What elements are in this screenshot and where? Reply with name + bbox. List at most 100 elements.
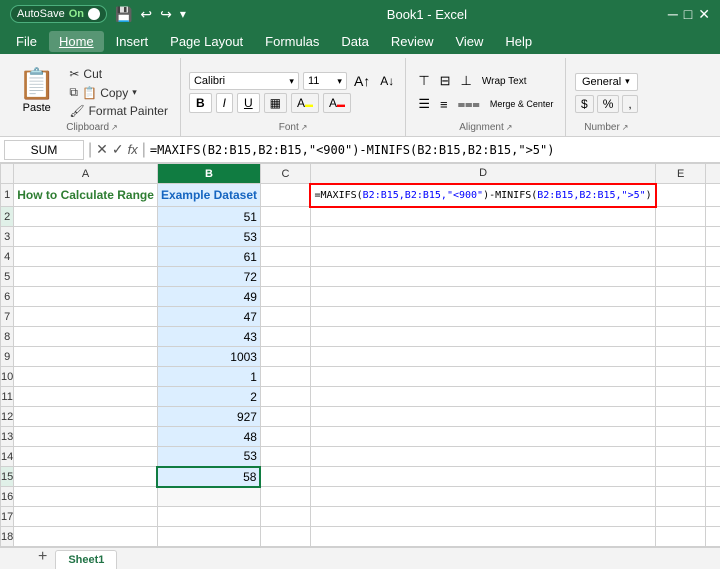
cell-B6[interactable]: 49 (157, 287, 260, 307)
col-header-B[interactable]: B (157, 164, 260, 184)
menu-help[interactable]: Help (495, 31, 542, 52)
cell-E3[interactable] (656, 227, 706, 247)
cell-B12[interactable]: 927 (157, 407, 260, 427)
col-header-A[interactable]: A (14, 164, 158, 184)
row-header-5[interactable]: 5 (1, 267, 14, 287)
cell-B3[interactable]: 53 (157, 227, 260, 247)
wrap-text-button[interactable]: Wrap Text (478, 74, 531, 89)
cell-C3[interactable] (260, 227, 310, 247)
corner-header[interactable] (1, 164, 14, 184)
cell-A15[interactable] (14, 467, 158, 487)
cell-E4[interactable] (656, 247, 706, 267)
row-header-13[interactable]: 13 (1, 427, 14, 447)
cell-F2[interactable] (706, 207, 720, 227)
clipboard-label[interactable]: Clipboard ↗ (66, 119, 118, 136)
format-painter-button[interactable]: 🖌 Format Painter (65, 103, 172, 119)
menu-insert[interactable]: Insert (106, 31, 159, 52)
paste-button[interactable]: 📋 Paste (12, 65, 61, 116)
cell-E6[interactable] (656, 287, 706, 307)
row-header-17[interactable]: 17 (1, 507, 14, 527)
comma-button[interactable]: , (622, 95, 637, 113)
cell-F5[interactable] (706, 267, 720, 287)
cell-F3[interactable] (706, 227, 720, 247)
cell-E10[interactable] (656, 367, 706, 387)
name-box[interactable] (4, 140, 84, 160)
cell-A10[interactable] (14, 367, 158, 387)
cell-F10[interactable] (706, 367, 720, 387)
cell-A6[interactable] (14, 287, 158, 307)
cell-E8[interactable] (656, 327, 706, 347)
font-name-dropdown[interactable]: Calibri ▾ (189, 72, 299, 90)
number-label[interactable]: Number ↗ (584, 119, 628, 136)
font-expand-icon[interactable]: ↗ (301, 123, 308, 132)
cell-A5[interactable] (14, 267, 158, 287)
row-header-8[interactable]: 8 (1, 327, 14, 347)
row-header-12[interactable]: 12 (1, 407, 14, 427)
undo-icon[interactable]: ↩ (140, 6, 152, 23)
cell-E12[interactable] (656, 407, 706, 427)
cell-D6[interactable] (310, 287, 655, 307)
align-left-button[interactable]: ☰ (414, 94, 434, 114)
row-header-11[interactable]: 11 (1, 387, 14, 407)
align-middle-button[interactable]: ⊟ (436, 71, 455, 91)
row-header-4[interactable]: 4 (1, 247, 14, 267)
cell-D13[interactable] (310, 427, 655, 447)
cell-E9[interactable] (656, 347, 706, 367)
cell-D3[interactable] (310, 227, 655, 247)
row-header-18[interactable]: 18 (1, 527, 14, 547)
col-header-E[interactable]: E (656, 164, 706, 184)
percent-button[interactable]: % (597, 95, 620, 113)
cell-D10[interactable] (310, 367, 655, 387)
number-format-dropdown[interactable]: General ▾ (575, 73, 638, 91)
cell-E15[interactable] (656, 467, 706, 487)
cell-B18[interactable] (157, 527, 260, 547)
cell-B8[interactable]: 43 (157, 327, 260, 347)
alignment-label[interactable]: Alignment ↗ (459, 119, 512, 136)
insert-function-icon[interactable]: fx (128, 142, 138, 157)
cell-C11[interactable] (260, 387, 310, 407)
font-size-decrease-button[interactable]: A↓ (377, 73, 397, 89)
cell-A4[interactable] (14, 247, 158, 267)
cell-F1[interactable] (706, 184, 720, 207)
cell-C14[interactable] (260, 447, 310, 467)
row-header-14[interactable]: 14 (1, 447, 14, 467)
maximize-icon[interactable]: □ (684, 6, 692, 22)
close-icon[interactable]: ✕ (698, 6, 710, 23)
cell-E7[interactable] (656, 307, 706, 327)
menu-page-layout[interactable]: Page Layout (160, 31, 253, 52)
cell-A8[interactable] (14, 327, 158, 347)
font-label[interactable]: Font ↗ (279, 119, 308, 136)
cell-B4[interactable]: 61 (157, 247, 260, 267)
cell-A1[interactable]: How to Calculate Range (14, 184, 158, 207)
cell-D12[interactable] (310, 407, 655, 427)
cell-A18[interactable] (14, 527, 158, 547)
menu-file[interactable]: File (6, 31, 47, 52)
row-header-1[interactable]: 1 (1, 184, 14, 207)
row-header-15[interactable]: 15 (1, 467, 14, 487)
row-header-10[interactable]: 10 (1, 367, 14, 387)
cell-D8[interactable] (310, 327, 655, 347)
cell-C2[interactable] (260, 207, 310, 227)
cell-B9[interactable]: 1003 (157, 347, 260, 367)
cell-C18[interactable] (260, 527, 310, 547)
cell-F6[interactable] (706, 287, 720, 307)
underline-button[interactable]: U (237, 93, 260, 113)
cell-F12[interactable] (706, 407, 720, 427)
cancel-icon[interactable]: ✕ (96, 141, 108, 158)
redo-icon[interactable]: ↪ (160, 6, 172, 23)
cell-D11[interactable] (310, 387, 655, 407)
menu-view[interactable]: View (445, 31, 493, 52)
cell-F9[interactable] (706, 347, 720, 367)
cell-B1[interactable]: Example Dataset (157, 184, 260, 207)
cell-D15[interactable] (310, 467, 655, 487)
align-right-button[interactable]: ⩶ (454, 94, 484, 114)
menu-review[interactable]: Review (381, 31, 444, 52)
font-size-dropdown[interactable]: 11 ▾ (303, 72, 347, 90)
cell-B10[interactable]: 1 (157, 367, 260, 387)
cell-C8[interactable] (260, 327, 310, 347)
cell-B13[interactable]: 48 (157, 427, 260, 447)
cell-D17[interactable] (310, 507, 655, 527)
cell-F15[interactable] (706, 467, 720, 487)
cell-C17[interactable] (260, 507, 310, 527)
col-header-C[interactable]: C (260, 164, 310, 184)
